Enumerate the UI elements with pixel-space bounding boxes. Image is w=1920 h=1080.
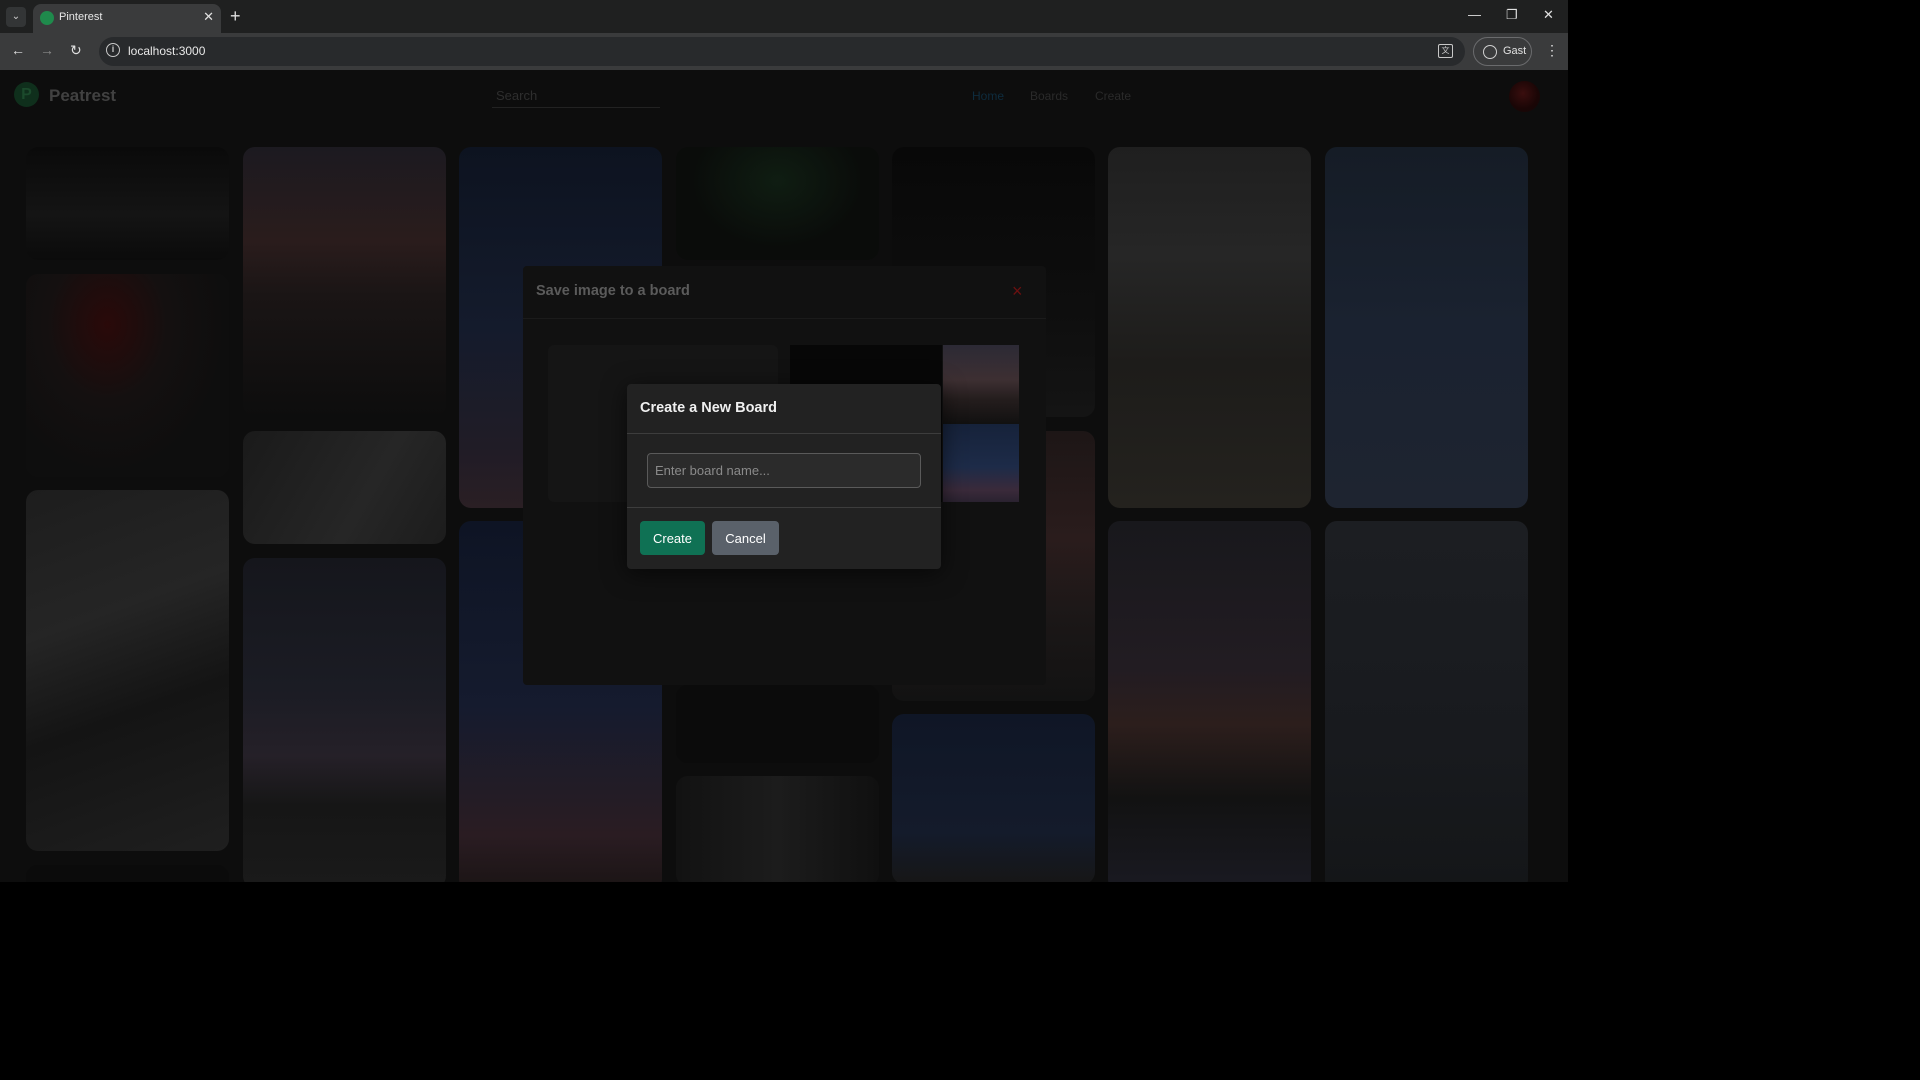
browser-menu-icon[interactable]: ⋮ bbox=[1545, 42, 1559, 59]
dialog-divider bbox=[627, 433, 941, 434]
tab-close-icon[interactable]: ✕ bbox=[203, 9, 214, 25]
pin-image[interactable] bbox=[26, 147, 229, 260]
pin-image[interactable] bbox=[1325, 521, 1528, 882]
translate-icon[interactable]: 文 bbox=[1438, 44, 1453, 58]
tab-search-menu-icon[interactable]: ⌄ bbox=[6, 7, 26, 27]
pin-image[interactable] bbox=[1325, 147, 1528, 508]
modal-divider bbox=[523, 318, 1046, 319]
board-thumbnail[interactable] bbox=[943, 345, 1019, 423]
window-close-icon[interactable]: ✕ bbox=[1543, 7, 1554, 23]
logo-icon[interactable]: P bbox=[14, 82, 39, 107]
create-board-dialog: Create a New Board Create Cancel bbox=[627, 384, 941, 569]
pin-image[interactable] bbox=[1108, 521, 1311, 882]
tab-title: Pinterest bbox=[59, 11, 103, 23]
nav-home[interactable]: Home bbox=[972, 89, 1004, 103]
nav-create[interactable]: Create bbox=[1095, 89, 1131, 103]
nav-boards[interactable]: Boards bbox=[1030, 89, 1068, 103]
favicon-icon bbox=[40, 11, 54, 25]
site-info-icon[interactable]: i bbox=[106, 43, 120, 57]
reload-icon[interactable]: ↻ bbox=[70, 42, 82, 59]
profile-icon bbox=[1483, 45, 1497, 59]
restore-icon[interactable]: ❐ bbox=[1506, 7, 1518, 23]
close-icon[interactable]: × bbox=[1012, 281, 1023, 302]
minimize-icon[interactable]: — bbox=[1468, 7, 1481, 22]
new-tab-icon[interactable]: + bbox=[230, 6, 241, 27]
board-name-input[interactable] bbox=[647, 453, 921, 488]
pin-image[interactable] bbox=[26, 865, 229, 882]
modal-title: Save image to a board bbox=[536, 283, 690, 299]
pin-image[interactable] bbox=[676, 147, 879, 260]
board-thumbnail[interactable] bbox=[943, 424, 1019, 502]
pin-image[interactable] bbox=[26, 274, 229, 477]
forward-icon[interactable]: → bbox=[40, 42, 54, 58]
pin-image[interactable] bbox=[243, 431, 446, 544]
pin-image[interactable] bbox=[1108, 147, 1311, 508]
pin-image[interactable] bbox=[676, 685, 879, 763]
cancel-button[interactable]: Cancel bbox=[712, 521, 779, 555]
pin-image[interactable] bbox=[676, 776, 879, 882]
app-header: P Peatrest Home Boards Create bbox=[0, 70, 1568, 122]
back-icon[interactable]: ← bbox=[11, 42, 25, 58]
profile-button[interactable]: Gast bbox=[1473, 37, 1532, 66]
address-bar[interactable]: i localhost:3000 文 bbox=[99, 37, 1465, 66]
search-input[interactable] bbox=[492, 84, 660, 108]
brand-name[interactable]: Peatrest bbox=[49, 86, 116, 106]
pin-image[interactable] bbox=[243, 558, 446, 882]
browser-toolbar: ← → ↻ i localhost:3000 文 Gast ⋮ bbox=[0, 33, 1568, 70]
browser-tab-bar: ⌄ Pinterest ✕ + — ❐ ✕ bbox=[0, 0, 1568, 33]
browser-tab[interactable]: Pinterest ✕ bbox=[33, 4, 221, 33]
dialog-divider bbox=[627, 507, 941, 508]
url-text[interactable]: localhost:3000 bbox=[128, 44, 205, 58]
profile-label: Gast bbox=[1503, 45, 1527, 57]
pin-image[interactable] bbox=[892, 714, 1095, 882]
dialog-title: Create a New Board bbox=[640, 400, 777, 416]
create-button[interactable]: Create bbox=[640, 521, 705, 555]
pin-image[interactable] bbox=[243, 147, 446, 417]
pin-image[interactable] bbox=[26, 490, 229, 851]
avatar[interactable] bbox=[1509, 81, 1540, 112]
